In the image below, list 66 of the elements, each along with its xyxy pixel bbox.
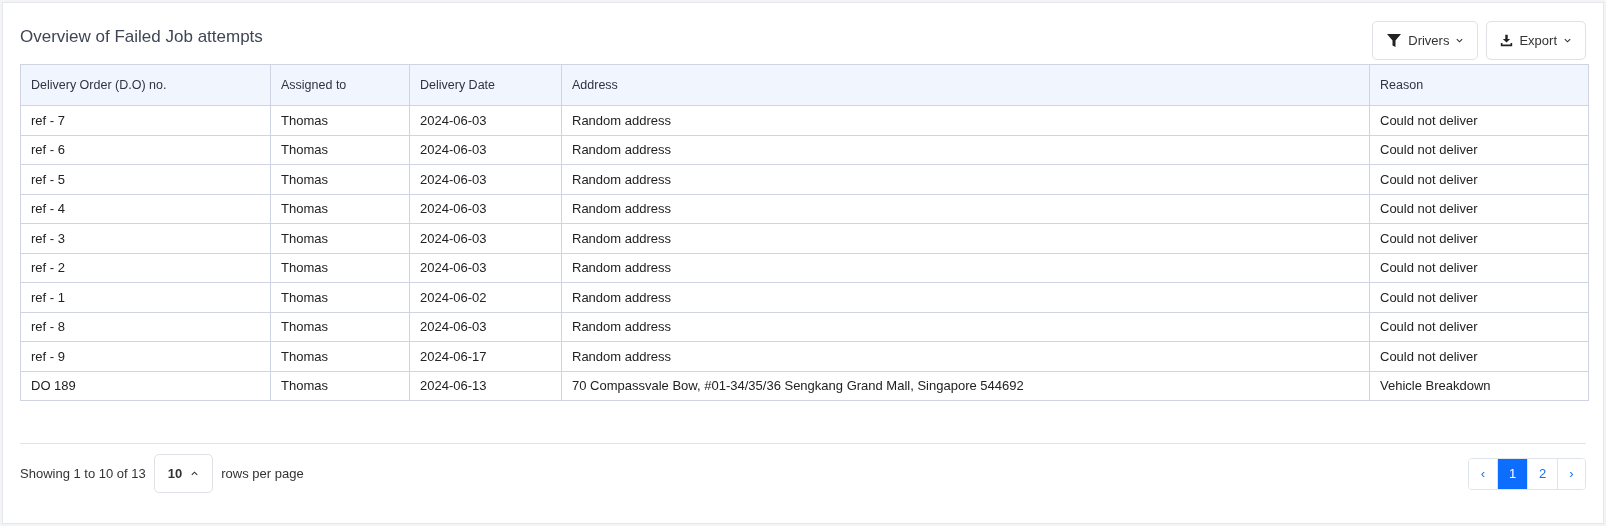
next-page-button[interactable]: › [1557, 458, 1585, 489]
table-cell: Random address [561, 164, 1370, 194]
filter-icon [1386, 32, 1403, 48]
table-cell: Could not deliver [1369, 164, 1589, 194]
column-header: Delivery Order (D.O) no. [20, 64, 271, 106]
table-cell: ref - 8 [20, 312, 271, 342]
table-cell: Thomas [270, 371, 410, 401]
column-header: Delivery Date [409, 64, 562, 106]
table-cell: Thomas [270, 312, 410, 342]
column-header: Assigned to [270, 64, 410, 106]
table-cell: ref - 2 [20, 253, 271, 283]
column-header: Address [561, 64, 1370, 106]
table-cell: Random address [561, 223, 1370, 253]
table-cell: Random address [561, 312, 1370, 342]
column-header: Reason [1369, 64, 1589, 106]
table-cell: 2024-06-03 [409, 135, 562, 165]
table-cell: 2024-06-03 [409, 312, 562, 342]
table-cell: Could not deliver [1369, 312, 1589, 342]
table-cell: Could not deliver [1369, 223, 1589, 253]
table-cell: 2024-06-02 [409, 282, 562, 312]
table-cell: Thomas [270, 105, 410, 135]
export-button[interactable]: Export [1486, 20, 1586, 60]
table-cell: ref - 5 [20, 164, 271, 194]
table-cell: Thomas [270, 135, 410, 165]
rows-per-page-label: rows per page [221, 466, 304, 481]
table-cell: Could not deliver [1369, 253, 1589, 283]
table-cell: 2024-06-03 [409, 164, 562, 194]
page-title: Overview of Failed Job attempts [20, 27, 263, 47]
page-button[interactable]: 1 [1497, 458, 1527, 489]
download-icon [1500, 33, 1514, 47]
table-cell: Could not deliver [1369, 341, 1589, 371]
table-cell: 2024-06-17 [409, 341, 562, 371]
page-size-select[interactable]: 10 [153, 454, 214, 493]
table-cell: Random address [561, 194, 1370, 224]
table-cell: Random address [561, 105, 1370, 135]
showing-summary: Showing 1 to 10 of 13 [20, 466, 146, 481]
table-cell: DO 189 [20, 371, 271, 401]
table-cell: Thomas [270, 194, 410, 224]
table-cell: 2024-06-03 [409, 253, 562, 283]
table-cell: Thomas [270, 282, 410, 312]
table-cell: Vehicle Breakdown [1369, 371, 1589, 401]
table-cell: ref - 1 [20, 282, 271, 312]
table-cell: Random address [561, 253, 1370, 283]
table-cell: Random address [561, 282, 1370, 312]
table-cell: Random address [561, 341, 1370, 371]
drivers-filter-button[interactable]: Drivers [1372, 20, 1479, 60]
table-cell: Thomas [270, 223, 410, 253]
table-cell: 70 Compassvale Bow, #01-34/35/36 Sengkang Grand Mall, Singapore 544692 [561, 371, 1370, 401]
table-cell: Thomas [270, 253, 410, 283]
table-cell: Thomas [270, 164, 410, 194]
chevron-up-icon [190, 469, 200, 478]
table-cell: 2024-06-13 [409, 371, 562, 401]
table-cell: 2024-06-03 [409, 105, 562, 135]
table-cell: Could not deliver [1369, 135, 1589, 165]
table-cell: Thomas [270, 341, 410, 371]
table-cell: ref - 6 [20, 135, 271, 165]
table-cell: 2024-06-03 [409, 223, 562, 253]
table-cell: Could not deliver [1369, 282, 1589, 312]
table-cell: ref - 9 [20, 341, 271, 371]
table-cell: ref - 3 [20, 223, 271, 253]
table-cell: Could not deliver [1369, 105, 1589, 135]
table-cell: Could not deliver [1369, 194, 1589, 224]
table-cell: ref - 4 [20, 194, 271, 224]
table-cell: ref - 7 [20, 105, 271, 135]
table-cell: 2024-06-03 [409, 194, 562, 224]
table-cell: Random address [561, 135, 1370, 165]
